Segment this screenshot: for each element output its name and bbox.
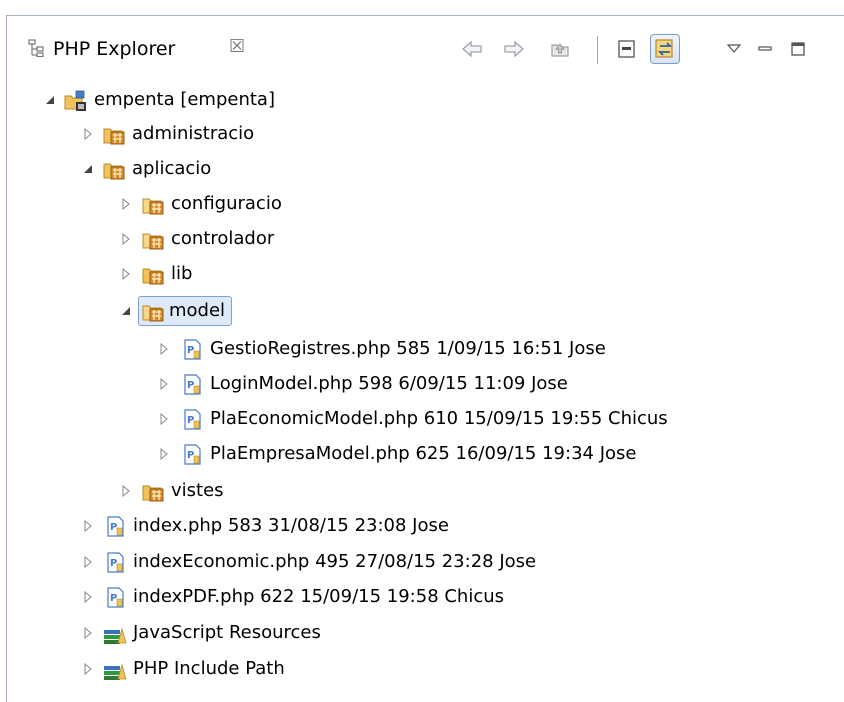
- tree-item-label: indexEconomic.php 495 27/08/15 23:28 Jos…: [133, 551, 537, 572]
- tree-item-label: JavaScript Resources: [133, 622, 321, 643]
- tree-item-label: vistes: [171, 480, 224, 501]
- tree-item-label: empenta [empenta]: [94, 89, 275, 110]
- view-title-bar: PHP Explorer ☒: [7, 16, 844, 78]
- expanded-arrow-icon[interactable]: [43, 83, 57, 117]
- tree-row-administracio[interactable]: administracio: [7, 117, 827, 151]
- collapsed-arrow-icon[interactable]: [157, 437, 171, 471]
- php-file-icon: P: [183, 339, 205, 360]
- tree-item-label: PlaEconomicModel.php 610 15/09/15 19:55 …: [210, 408, 668, 429]
- package-folder-icon: [142, 229, 164, 250]
- tree-row-php-file[interactable]: P LoginModel.php 598 6/09/15 11:09 Jose: [7, 367, 827, 401]
- tree-item-label: index.php 583 31/08/15 23:08 Jose: [133, 515, 449, 536]
- expanded-arrow-icon[interactable]: [81, 152, 95, 186]
- tree-row-model[interactable]: model: [7, 294, 827, 328]
- collapsed-arrow-icon[interactable]: [157, 367, 171, 401]
- tree-row-php-file[interactable]: P indexEconomic.php 495 27/08/15 23:28 J…: [7, 545, 827, 579]
- library-books-icon: [103, 623, 127, 644]
- package-folder-icon: [103, 124, 125, 145]
- expanded-arrow-icon[interactable]: [119, 294, 133, 328]
- collapsed-arrow-icon[interactable]: [81, 545, 95, 579]
- collapsed-arrow-icon[interactable]: [119, 222, 133, 256]
- tree-row-library[interactable]: JavaScript Resources: [7, 616, 827, 650]
- up-folder-icon[interactable]: [545, 34, 575, 64]
- svg-text:P: P: [110, 522, 117, 533]
- tree-item-label: administracio: [132, 123, 255, 144]
- php-explorer-view: PHP Explorer ☒ empenta [empenta] adminis…: [6, 15, 844, 702]
- tree-item-label: PlaEmpresaModel.php 625 16/09/15 19:34 J…: [210, 443, 637, 464]
- collapsed-arrow-icon[interactable]: [157, 332, 171, 366]
- php-file-icon: P: [106, 587, 128, 608]
- tree-row-php-file[interactable]: P PlaEmpresaModel.php 625 16/09/15 19:34…: [7, 437, 827, 471]
- tree-item-label: GestioRegistres.php 585 1/09/15 16:51 Jo…: [210, 338, 606, 359]
- package-folder-icon: [103, 159, 125, 180]
- php-file-icon: P: [183, 374, 205, 395]
- svg-text:P: P: [187, 380, 194, 391]
- tree-item-label: configuracio: [171, 193, 282, 214]
- tree-row-php-file[interactable]: P GestioRegistres.php 585 1/09/15 16:51 …: [7, 332, 827, 366]
- php-project-icon: [64, 90, 86, 111]
- package-folder-icon: [142, 194, 164, 215]
- collapsed-arrow-icon[interactable]: [81, 509, 95, 543]
- tree-item-label: LoginModel.php 598 6/09/15 11:09 Jose: [210, 373, 568, 394]
- link-with-editor-icon[interactable]: [650, 34, 680, 64]
- php-file-icon: P: [183, 409, 205, 430]
- tree-row-project-root[interactable]: empenta [empenta]: [7, 83, 827, 117]
- php-explorer-view-icon: [27, 39, 45, 58]
- forward-arrow-icon[interactable]: [499, 34, 529, 64]
- tree-row-php-file[interactable]: P indexPDF.php 622 15/09/15 19:58 Chicus: [7, 580, 827, 614]
- tree-row-library[interactable]: PHP Include Path: [7, 652, 827, 686]
- package-folder-icon: [142, 481, 164, 502]
- tree-item-label: lib: [171, 263, 193, 284]
- close-view-icon[interactable]: ☒: [229, 36, 245, 57]
- tree-row-php-file[interactable]: P PlaEconomicModel.php 610 15/09/15 19:5…: [7, 402, 827, 436]
- tree-row-vistes[interactable]: vistes: [7, 474, 827, 508]
- collapsed-arrow-icon[interactable]: [81, 652, 95, 686]
- tree-item-label: PHP Include Path: [133, 658, 285, 679]
- php-file-icon: P: [106, 552, 128, 573]
- php-file-icon: P: [183, 444, 205, 465]
- svg-text:P: P: [187, 345, 194, 356]
- collapsed-arrow-icon[interactable]: [81, 580, 95, 614]
- view-menu-icon[interactable]: [719, 34, 749, 64]
- collapsed-arrow-icon[interactable]: [81, 616, 95, 650]
- collapsed-arrow-icon[interactable]: [157, 402, 171, 436]
- tree-item-label: controlador: [171, 228, 275, 249]
- svg-text:P: P: [187, 415, 194, 426]
- tree-row-configuracio[interactable]: configuracio: [7, 187, 827, 221]
- collapsed-arrow-icon[interactable]: [119, 187, 133, 221]
- maximize-icon[interactable]: [783, 34, 813, 64]
- php-file-icon: P: [106, 516, 128, 537]
- svg-text:P: P: [110, 593, 117, 604]
- package-folder-icon: [142, 264, 164, 285]
- collapsed-arrow-icon[interactable]: [119, 474, 133, 508]
- tree-row-php-file[interactable]: P index.php 583 31/08/15 23:08 Jose: [7, 509, 827, 543]
- tree-row-lib[interactable]: lib: [7, 257, 827, 291]
- collapsed-arrow-icon[interactable]: [81, 117, 95, 151]
- tree-row-aplicacio[interactable]: aplicacio: [7, 152, 827, 186]
- package-folder-icon: [142, 301, 164, 322]
- svg-text:P: P: [110, 558, 117, 569]
- library-books-icon: [103, 659, 127, 680]
- minimize-icon[interactable]: [750, 34, 780, 64]
- tree-item-label: indexPDF.php 622 15/09/15 19:58 Chicus: [133, 586, 505, 607]
- toolbar-separator: [597, 36, 598, 64]
- tree-item-label: aplicacio: [132, 158, 212, 179]
- view-title[interactable]: PHP Explorer: [53, 38, 175, 60]
- back-arrow-icon[interactable]: [457, 34, 487, 64]
- collapse-all-icon[interactable]: [612, 34, 642, 64]
- svg-text:P: P: [187, 450, 194, 461]
- tree-row-controlador[interactable]: controlador: [7, 222, 827, 256]
- collapsed-arrow-icon[interactable]: [119, 257, 133, 291]
